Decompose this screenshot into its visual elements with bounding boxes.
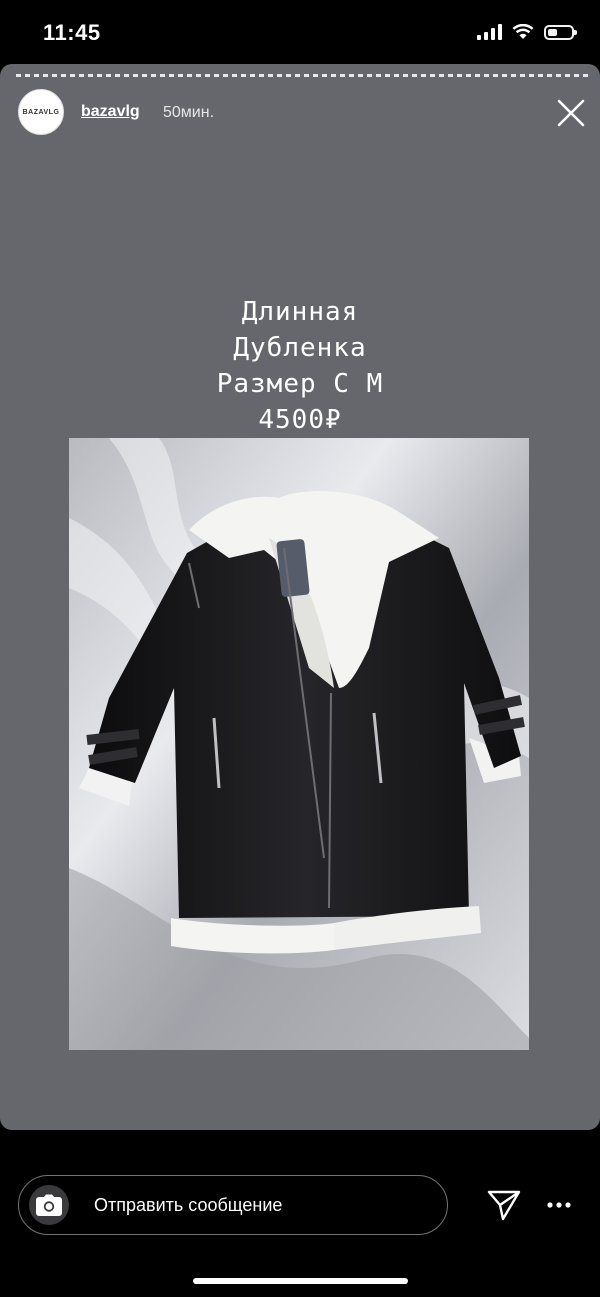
- more-icon[interactable]: [546, 1200, 572, 1210]
- status-icons: [477, 24, 577, 40]
- avatar[interactable]: BAZAVLG: [18, 89, 64, 135]
- wifi-icon: [512, 24, 534, 39]
- camera-icon: [36, 1194, 62, 1216]
- story-view[interactable]: BAZAVLG bazavlg 50мин. Длинная Дубленка …: [0, 64, 600, 1130]
- message-placeholder: Отправить сообщение: [94, 1195, 283, 1215]
- close-icon[interactable]: [556, 98, 586, 128]
- caption-line: Размер С М: [216, 369, 384, 399]
- home-indicator[interactable]: [193, 1278, 408, 1284]
- product-photo: [69, 438, 529, 1050]
- caption-line: Дубленка: [233, 333, 367, 363]
- status-time: 11:45: [43, 20, 101, 45]
- story-username[interactable]: bazavlg: [81, 103, 140, 121]
- status-bar: 11:45: [0, 0, 600, 64]
- avatar-logo-text: BAZAVLG: [22, 108, 60, 116]
- send-icon[interactable]: [486, 1187, 522, 1223]
- caption-price: 4500₽: [258, 405, 342, 435]
- signal-icon: [477, 24, 502, 40]
- coat-image: [69, 438, 529, 1050]
- story-caption: Длинная Дубленка Размер С М 4500₽: [0, 294, 600, 438]
- battery-icon: [544, 24, 577, 40]
- message-input[interactable]: Отправить сообщение: [18, 1175, 448, 1235]
- bottom-bar: Отправить сообщение: [0, 1130, 600, 1297]
- story-time-ago: 50мин.: [163, 104, 215, 121]
- story-progress-bar: [16, 74, 588, 77]
- caption-line: Длинная: [241, 297, 359, 327]
- camera-button[interactable]: [29, 1185, 69, 1225]
